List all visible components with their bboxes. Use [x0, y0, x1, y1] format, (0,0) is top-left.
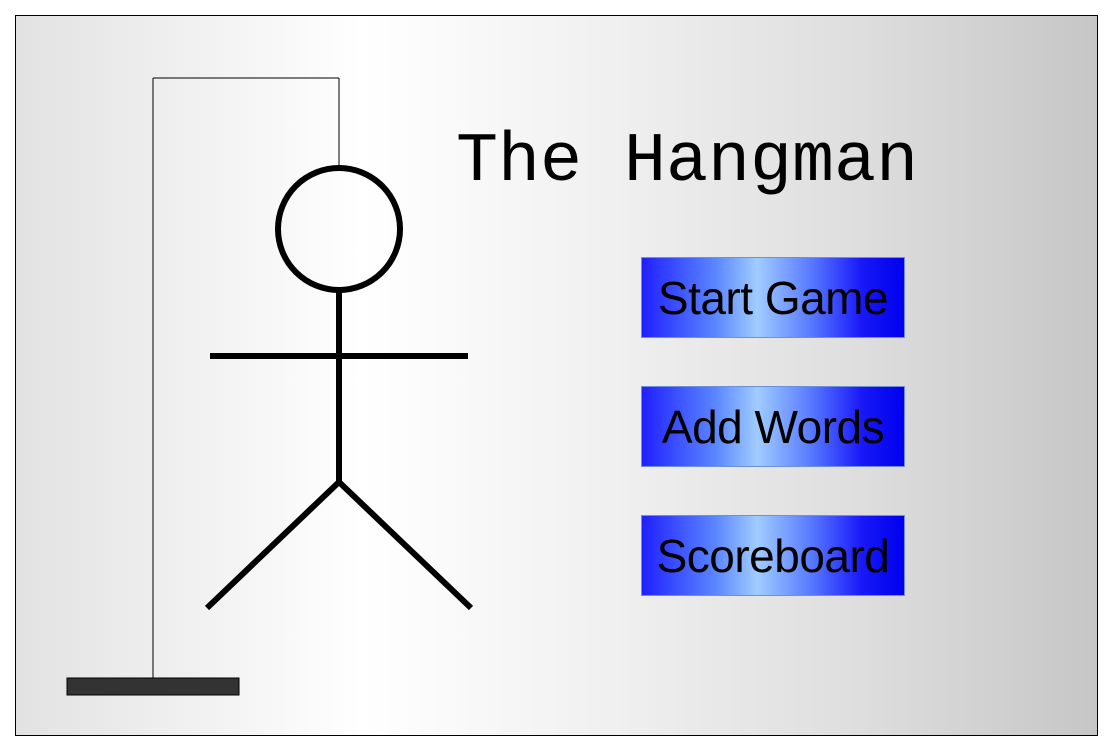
- start-game-button[interactable]: Start Game: [641, 257, 905, 338]
- figure-head: [275, 165, 403, 293]
- hangman-figure: [204, 165, 474, 611]
- add-words-button[interactable]: Add Words: [641, 386, 905, 467]
- game-frame: The Hangman Start Game Add Words Scorebo…: [15, 15, 1098, 736]
- game-title: The Hangman: [456, 123, 919, 202]
- gallows-base: [66, 677, 240, 696]
- scoreboard-button[interactable]: Scoreboard: [641, 515, 905, 596]
- figure-right-leg: [336, 479, 474, 611]
- figure-left-leg: [204, 479, 342, 611]
- gallows: [66, 77, 340, 696]
